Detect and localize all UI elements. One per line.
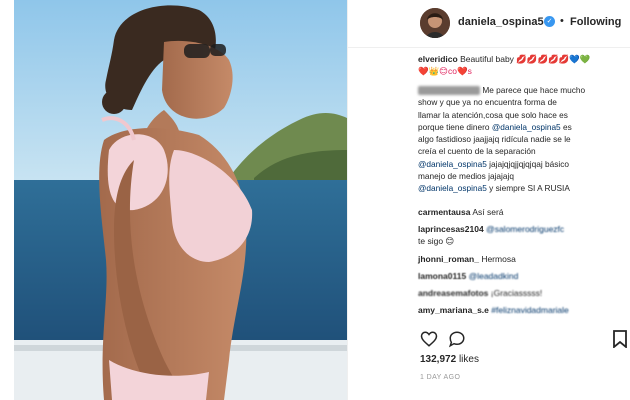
post-timestamp: 1 DAY AGO xyxy=(420,374,461,381)
comment-text: Beautiful baby xyxy=(460,54,514,64)
photo-illustration xyxy=(14,0,347,400)
comment-text-line: show y que ya no encuentra forma de xyxy=(418,97,557,108)
heart-icon[interactable] xyxy=(420,330,438,348)
comment-text-line: creía el cuento de la separación xyxy=(418,146,536,157)
following-button[interactable]: Following xyxy=(570,16,621,28)
comment-text: Así será xyxy=(472,207,504,217)
comment-username[interactable]: elveridico xyxy=(418,54,458,64)
comment-text: ¡Graciasssss! xyxy=(490,288,543,298)
verified-badge-icon: ✓ xyxy=(544,16,555,27)
mention-link[interactable]: @daniela_ospina5 xyxy=(418,159,487,169)
comment-username[interactable]: lamona0115 xyxy=(418,271,466,281)
comment-item: carmentausa Así será xyxy=(418,207,504,218)
comment-text-line: Me parece que hace mucho xyxy=(482,85,586,95)
mention-link[interactable]: @daniela_ospina5 xyxy=(492,122,561,132)
likes-count[interactable]: 132,972 likes xyxy=(420,354,479,365)
avatar[interactable] xyxy=(420,8,450,38)
comment-text-line: te sigo 😊 xyxy=(418,236,455,246)
hashtag-link[interactable]: #feliznavidadmariale xyxy=(491,305,569,315)
action-bar xyxy=(420,330,476,350)
post-photo xyxy=(14,0,347,400)
comment-text-line: algo fastidioso jaajjajq ridícula nadie … xyxy=(418,134,571,145)
comment-username[interactable]: jhonni_roman_ xyxy=(418,254,479,264)
comment-line: ❤️👑😊co❤️s xyxy=(418,66,472,77)
comment-username[interactable]: amy_mariana_s.e xyxy=(418,305,489,315)
comment-text-line: llamar la atención,cosa que solo hace es xyxy=(418,109,568,120)
mention-link[interactable]: @daniela_ospina5 xyxy=(418,183,487,193)
mention-link[interactable]: @salomerodriguezfc xyxy=(486,224,564,234)
comment-username[interactable]: carmentausa xyxy=(418,207,470,217)
comment-text: Hermosa xyxy=(481,254,516,264)
comment-line: te sigo 😊 xyxy=(418,236,454,247)
comments-list: elveridico Beautiful baby 💋💋💋💋💋💙💚 ❤️👑😊co… xyxy=(348,50,630,320)
comment-text-line: porque tiene dinero xyxy=(418,121,490,132)
post-header: daniela_ospina5 ✓ • Following xyxy=(348,0,630,48)
comment-username[interactable]: laprincesas2104 xyxy=(418,224,484,234)
comment-item: jhonni_roman_ Hermosa xyxy=(418,254,516,265)
likes-number: 132,972 xyxy=(420,354,457,365)
comment-emoji-line: ❤️👑😊co❤️s xyxy=(418,66,472,76)
comment-item: lamona0115 @leadadkind xyxy=(418,271,518,282)
comment-text-line: y siempre SI A RUSIA xyxy=(489,183,570,194)
comment-text-line: jajajqjqjjqjqjqaj básico xyxy=(489,158,569,169)
comment-item: andreasemafotos ¡Graciasssss! xyxy=(418,288,542,299)
comment-item: amy_mariana_s.e #feliznavidadmariale xyxy=(418,305,569,316)
comment-emoji: 💋💋💋💋💋💙💚 xyxy=(516,54,591,64)
mention-link[interactable]: @leadadkind xyxy=(469,271,519,281)
comment-text-tail: es xyxy=(562,121,572,132)
comment-item: Me parece que hace mucho show y que ya n… xyxy=(418,84,628,195)
comment-icon[interactable] xyxy=(448,330,466,348)
avatar-image xyxy=(420,8,450,38)
comment-item: laprincesas2104 @salomerodriguezfc xyxy=(418,224,564,235)
comment-item: elveridico Beautiful baby 💋💋💋💋💋💙💚 xyxy=(418,54,628,65)
post-side-panel: daniela_ospina5 ✓ • Following elveridico… xyxy=(347,0,630,400)
likes-label: likes xyxy=(458,354,479,365)
comment-username[interactable]: andreasemafotos xyxy=(418,288,488,298)
username-link[interactable]: daniela_ospina5 xyxy=(458,16,544,28)
blurred-username[interactable] xyxy=(418,86,480,96)
bookmark-icon[interactable] xyxy=(613,330,627,349)
comment-text-line: manejo de medios jajajajq xyxy=(418,171,514,182)
header-separator: • xyxy=(560,15,564,27)
